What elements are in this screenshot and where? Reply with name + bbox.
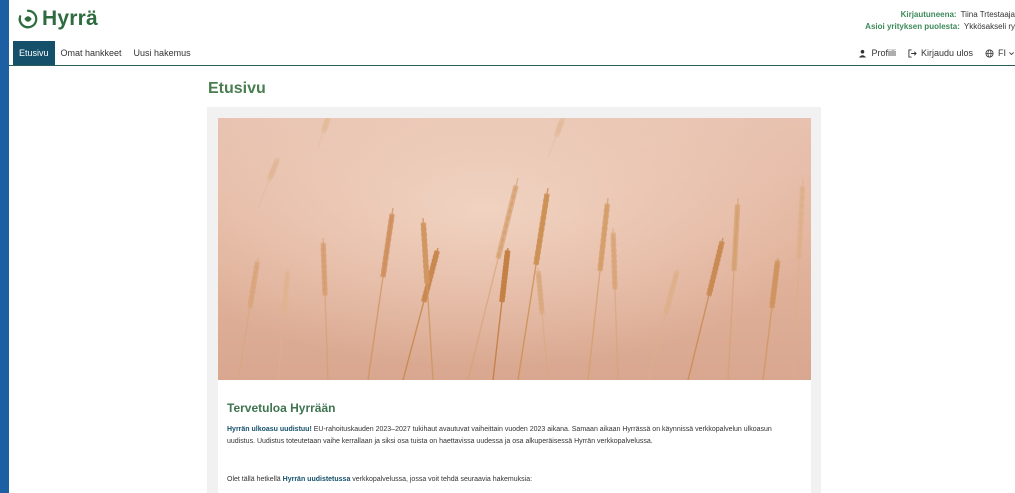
applications-post: verkkopalvelussa, jossa voit tehdä seura… [350,476,533,483]
language-selector[interactable]: FI [985,48,1015,58]
logged-in-user: Tiina Trtestaaja [960,10,1015,19]
company-label: Asioi yrityksen puolesta: [865,22,960,31]
page-title: Etusivu [208,80,266,97]
logged-in-label: Kirjautuneena: [900,10,957,19]
user-info: Kirjautuneena: Tiina Trtestaaja Asioi yri… [865,9,1015,33]
main-nav: Etusivu Omat hankkeet Uusi hakemus Profi… [9,41,1015,66]
chevron-down-icon [1009,51,1014,55]
nav-item-omat-hankkeet[interactable]: Omat hankkeet [55,41,128,65]
company-name: Ykkösakseli ry [963,22,1015,31]
profile-label: Profiili [871,48,896,58]
nav-item-uusi-hakemus[interactable]: Uusi hakemus [128,41,197,65]
nav-item-etusivu[interactable]: Etusivu [13,41,55,65]
logout-icon [908,48,917,58]
intro-paragraph: Hyrrän ulkoasu uudistuu! EU-rahoituskaud… [227,424,787,448]
logo-text: Hyrrä [42,7,98,30]
left-edge-strip [0,0,9,493]
logo[interactable]: Hyrrä [17,7,98,31]
applications-strong: Hyrrän uudistetussa [282,476,351,483]
language-label: FI [998,48,1006,58]
header: Hyrrä Kirjautuneena: Tiina Trtestaaja Asi… [9,0,1015,40]
profile-link[interactable]: Profiili [858,48,896,58]
globe-icon [985,48,994,58]
content-card-inner: Tervetuloa Hyrrään Hyrrän ulkoasu uudist… [218,118,811,493]
user-icon [859,49,867,58]
welcome-title: Tervetuloa Hyrrään [227,401,336,415]
logout-link[interactable]: Kirjaudu ulos [908,48,973,58]
applications-paragraph: Olet tällä hetkellä Hyrrän uudistetussa … [227,474,787,486]
hero-image-wheat [218,118,811,380]
applications-pre: Olet tällä hetkellä [227,476,283,483]
logout-label: Kirjaudu ulos [920,48,973,58]
hyrra-logo-icon [18,9,38,29]
intro-strong: Hyrrän ulkoasu uudistuu! [227,426,312,433]
